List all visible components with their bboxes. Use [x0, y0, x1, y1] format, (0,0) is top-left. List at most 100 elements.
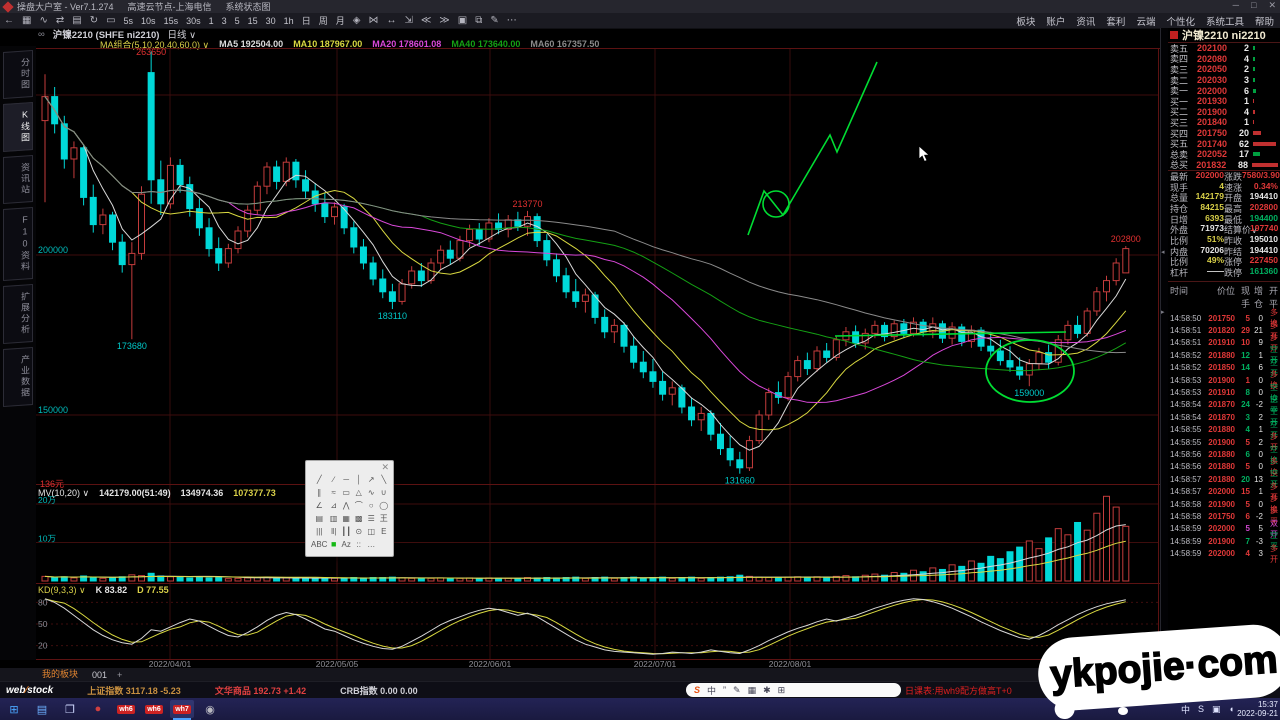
period-button-5[interactable]: 5: [231, 16, 244, 26]
draw-tool[interactable]: Az: [340, 538, 353, 550]
splitter-arrow-left-icon[interactable]: ◂: [1161, 248, 1165, 256]
draw-tool[interactable]: ─: [340, 473, 353, 485]
period-button-月[interactable]: 月: [332, 14, 349, 27]
mv-label[interactable]: MV(10,20) ∨: [38, 488, 89, 499]
ime-icon[interactable]: ”: [723, 685, 726, 695]
menu-系统工具[interactable]: 系统工具: [1206, 14, 1244, 28]
index-CRB指数[interactable]: CRB指数 0.00 0.00: [340, 684, 418, 697]
tray-icon[interactable]: ◖: [1229, 704, 1234, 714]
draw-tool[interactable]: ⋀: [340, 499, 353, 511]
toolbar-icon[interactable]: ▣: [454, 13, 471, 28]
toolbar-icon[interactable]: ▦: [18, 13, 35, 28]
draw-tool[interactable]: ⊿: [327, 499, 340, 511]
draw-tool[interactable]: ⌒: [352, 499, 365, 511]
draw-tool[interactable]: ↗: [365, 473, 378, 485]
period-button-周[interactable]: 周: [315, 14, 332, 27]
toolbar-icon[interactable]: ⧉: [471, 13, 486, 28]
ime-icon[interactable]: ✱: [763, 685, 771, 696]
period-button-5s[interactable]: 5s: [120, 16, 138, 26]
toolbar-icon[interactable]: ▤: [68, 13, 85, 28]
menu-个性化[interactable]: 个性化: [1166, 14, 1195, 28]
draw-tool[interactable]: ⊙: [352, 525, 365, 537]
period-button-1[interactable]: 1: [205, 16, 218, 26]
toolbar-icon[interactable]: ✎: [486, 13, 502, 28]
draw-tool[interactable]: ▤: [311, 512, 327, 524]
draw-tool[interactable]: 王: [377, 512, 390, 524]
menu-板块[interactable]: 板块: [1016, 14, 1035, 28]
taskbar-app-wh7[interactable]: wh7: [170, 700, 194, 718]
taskbar-app-▤[interactable]: ▤: [30, 700, 54, 718]
draw-tool[interactable]: ■: [327, 538, 340, 550]
ime-icon[interactable]: 中: [707, 684, 716, 697]
draw-tool[interactable]: |||: [311, 525, 327, 537]
menu-套利[interactable]: 套利: [1106, 14, 1125, 28]
minimize-button[interactable]: ─: [1233, 0, 1239, 11]
draw-tool[interactable]: │: [352, 473, 365, 485]
taskbar-app-wh6[interactable]: wh6: [114, 700, 138, 718]
toolbar-icon[interactable]: ⋯: [503, 13, 521, 28]
period-button-1h[interactable]: 1h: [280, 16, 298, 26]
splitter-arrow-right-icon[interactable]: ▸: [1161, 308, 1165, 316]
menu-账户[interactable]: 账户: [1046, 14, 1065, 28]
index-上证指数[interactable]: 上证指数 3117.18 -5.23: [87, 684, 181, 697]
menu-资讯[interactable]: 资讯: [1076, 14, 1095, 28]
kline-chart[interactable]: 20000015000020万10万8050202636501736801831…: [36, 48, 1160, 660]
add-board-button[interactable]: +: [117, 670, 122, 680]
draw-tool[interactable]: ∪: [377, 486, 390, 498]
draw-tool[interactable]: ∕: [327, 473, 340, 485]
book-row-总买[interactable]: 总买20183288: [1168, 160, 1280, 171]
menu-云端[interactable]: 云端: [1136, 14, 1155, 28]
tick-row[interactable]: 14:58:5920200043多开: [1168, 547, 1280, 559]
draw-tool[interactable]: ≈: [327, 486, 340, 498]
draw-tool[interactable]: E: [377, 525, 390, 537]
period-button-30s[interactable]: 30s: [182, 16, 205, 26]
draw-tool[interactable]: ◯: [377, 499, 390, 511]
menu-帮助[interactable]: 帮助: [1255, 14, 1274, 28]
toolbar-icon[interactable]: ≪: [417, 13, 435, 28]
toolbar-icon[interactable]: ◈: [349, 13, 365, 28]
taskbar-app-●[interactable]: ●: [86, 700, 110, 718]
draw-tool[interactable]: ABC: [311, 538, 327, 550]
toolbar-icon[interactable]: ⇄: [52, 13, 68, 28]
draw-tool[interactable]: ┃┃: [340, 525, 353, 537]
sidebar-tab-资讯站[interactable]: 资讯站: [3, 155, 33, 204]
maximize-button[interactable]: □: [1251, 0, 1256, 11]
ime-logo-icon[interactable]: S: [694, 685, 700, 695]
period-button-3[interactable]: 3: [218, 16, 231, 26]
draw-tool[interactable]: ╱: [311, 473, 327, 485]
draw-tool[interactable]: ▦: [340, 512, 353, 524]
draw-tool[interactable]: ∿: [365, 486, 378, 498]
toolbar-icon[interactable]: ⋈: [364, 13, 382, 28]
taskbar-clock[interactable]: 15:37 2022-09-21: [1237, 700, 1278, 718]
draw-tool[interactable]: ::: [352, 538, 365, 550]
period-button-30[interactable]: 30: [262, 16, 280, 26]
tray-icon[interactable]: ▣: [1212, 704, 1221, 715]
draw-tool[interactable]: ◫: [365, 525, 378, 537]
draw-tool[interactable]: ▭: [340, 486, 353, 498]
tray-icon[interactable]: 中: [1181, 703, 1190, 716]
period-button-15[interactable]: 15: [244, 16, 262, 26]
draw-tool[interactable]: …: [365, 538, 378, 550]
draw-tool[interactable]: ▩: [352, 512, 365, 524]
tray-icon[interactable]: S: [1198, 704, 1204, 714]
sidebar-tab-K线图[interactable]: K线图: [3, 102, 33, 152]
taskbar-app-❐[interactable]: ❐: [58, 700, 82, 718]
taskbar-app-⊞[interactable]: ⊞: [2, 700, 26, 718]
draw-tool[interactable]: ‖|: [327, 525, 340, 537]
palette-close-icon[interactable]: ✕: [381, 462, 389, 473]
draw-tool[interactable]: △: [352, 486, 365, 498]
toolbar-icon[interactable]: ≫: [435, 13, 453, 28]
draw-tool[interactable]: ╲: [377, 473, 390, 485]
draw-tool[interactable]: ☰: [365, 512, 378, 524]
sidebar-tab-F10资料[interactable]: F10资料: [3, 207, 33, 281]
draw-tool[interactable]: ○: [365, 499, 378, 511]
draw-tool[interactable]: ▥: [327, 512, 340, 524]
toolbar-icon[interactable]: ▭: [102, 13, 119, 28]
sidebar-tab-产业数据[interactable]: 产业数据: [3, 347, 33, 407]
index-文华商品[interactable]: 文华商品 192.73 +1.42: [215, 684, 306, 697]
ime-toolbar[interactable]: S中”✎▦✱⊞: [686, 683, 901, 697]
period-button-15s[interactable]: 15s: [160, 16, 183, 26]
taskbar-app-◉[interactable]: ◉: [198, 700, 222, 718]
toolbar-icon[interactable]: ←: [0, 13, 18, 28]
period-button-日[interactable]: 日: [298, 14, 315, 27]
